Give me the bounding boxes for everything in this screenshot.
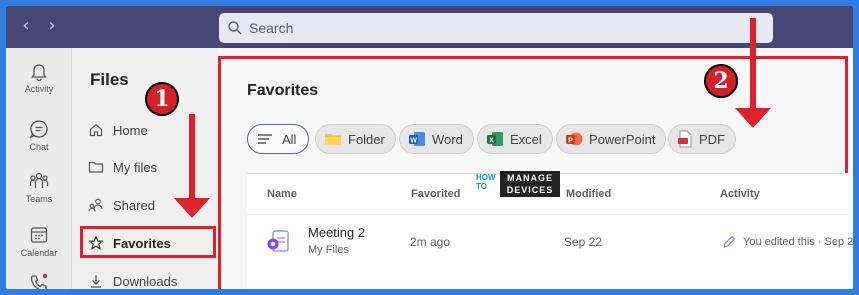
svg-text:X: X (489, 137, 494, 144)
nav-item-label: Home (113, 122, 148, 138)
nav-item-label: Downloads (113, 273, 178, 289)
back-arrow-icon[interactable]: ‹ (16, 15, 36, 37)
file-location: My Files (308, 244, 349, 256)
rail-item-chat[interactable]: Chat (6, 118, 72, 152)
nav-item-label: Shared (113, 197, 155, 213)
watermark-box2: DEVICES (506, 185, 554, 195)
title-bar: ‹ › Search (6, 6, 853, 48)
rail-label: Activity (24, 84, 54, 94)
folder-icon (88, 161, 104, 173)
column-header-modified[interactable]: Modified (566, 188, 611, 200)
column-header-activity[interactable]: Activity (720, 188, 760, 200)
rail-label: Teams (25, 194, 53, 204)
svg-text:W: W (410, 137, 417, 144)
files-title: Files (90, 70, 129, 89)
chip-label: Word (432, 131, 463, 147)
forward-arrow-icon[interactable]: › (42, 15, 62, 37)
annotation-badge-1: 1 (145, 82, 179, 116)
chip-label: PowerPoint (589, 131, 656, 147)
rail-item-calls[interactable] (6, 272, 72, 289)
nav-item-label: My files (113, 159, 158, 175)
chip-label: All (282, 131, 297, 147)
svg-text:P: P (568, 137, 573, 144)
annotation-arrow-2-head (735, 108, 771, 128)
nav-item-downloads[interactable]: Downloads (88, 270, 208, 289)
chip-label: Folder (348, 131, 385, 147)
excel-icon: X (487, 132, 503, 146)
filter-chip-excel[interactable]: X Excel (477, 124, 553, 154)
chat-icon (29, 120, 48, 139)
watermark-box: MANAGE DEVICES (500, 171, 560, 197)
filter-lines-icon (258, 134, 272, 144)
watermark-logo: HOW TO MANAGE DEVICES (476, 171, 566, 199)
file-name[interactable]: Meeting 2 (308, 225, 365, 240)
bell-icon (31, 64, 47, 82)
search-placeholder: Search (249, 20, 294, 36)
filter-chip-all[interactable]: All (247, 124, 309, 154)
app-rail: Activity Chat Teams Calendar (6, 48, 72, 289)
phone-icon (30, 273, 48, 289)
table-row[interactable]: Meeting 2 My Files 2m ago Sep 22 You edi… (247, 215, 853, 267)
rail-label: Calendar (20, 248, 58, 258)
folder-yellow-icon (325, 134, 341, 145)
annotation-arrow-1-head (174, 198, 210, 218)
page-title: Favorites (247, 82, 319, 99)
favorited-time: 2m ago (410, 235, 451, 249)
rail-label: Chat (29, 142, 49, 152)
teams-icon (29, 172, 49, 188)
activity-text: You edited this · Sep 2 (743, 236, 853, 248)
calendar-icon (30, 227, 48, 243)
column-header-favorited[interactable]: Favorited (411, 188, 461, 200)
favorites-highlight-box (80, 226, 216, 258)
modified-date: Sep 22 (564, 235, 603, 249)
pdf-icon (678, 130, 692, 148)
watermark-box1: MANAGE (507, 173, 553, 183)
pencil-icon (723, 235, 736, 248)
annotation-arrow-1-shaft (189, 114, 195, 200)
annotation-badge-2: 2 (704, 64, 738, 98)
rail-item-teams[interactable]: Teams (6, 170, 72, 204)
chip-label: PDF (699, 131, 725, 147)
loop-file-icon (267, 230, 289, 252)
files-navigation: Files Home My files Shared Favorites Dow… (72, 48, 218, 289)
filter-chip-folder[interactable]: Folder (315, 124, 396, 154)
annotation-arrow-2-shaft (750, 18, 756, 110)
home-icon (89, 123, 103, 137)
rail-item-calendar[interactable]: Calendar (6, 224, 72, 258)
teams-window: ‹ › Search Activity Chat Teams Calendar … (6, 6, 853, 289)
filter-chip-word[interactable]: W Word (399, 124, 474, 154)
search-icon (228, 21, 242, 35)
filter-chip-powerpoint[interactable]: P PowerPoint (556, 124, 667, 154)
main-content: Favorites All Folder W Word X Excel P Po… (218, 48, 853, 289)
chip-label: Excel (510, 131, 542, 147)
shared-icon (88, 198, 103, 212)
powerpoint-icon: P (566, 132, 583, 146)
filter-chip-pdf[interactable]: PDF (668, 124, 736, 154)
search-input[interactable]: Search (219, 13, 773, 43)
watermark-line1: HOW (476, 173, 496, 182)
column-header-name[interactable]: Name (267, 188, 297, 200)
rail-item-activity[interactable]: Activity (6, 60, 72, 94)
word-icon: W (409, 132, 425, 146)
download-icon (91, 275, 101, 288)
watermark-how: HOW TO (476, 173, 496, 191)
watermark-line2: TO (476, 182, 487, 191)
